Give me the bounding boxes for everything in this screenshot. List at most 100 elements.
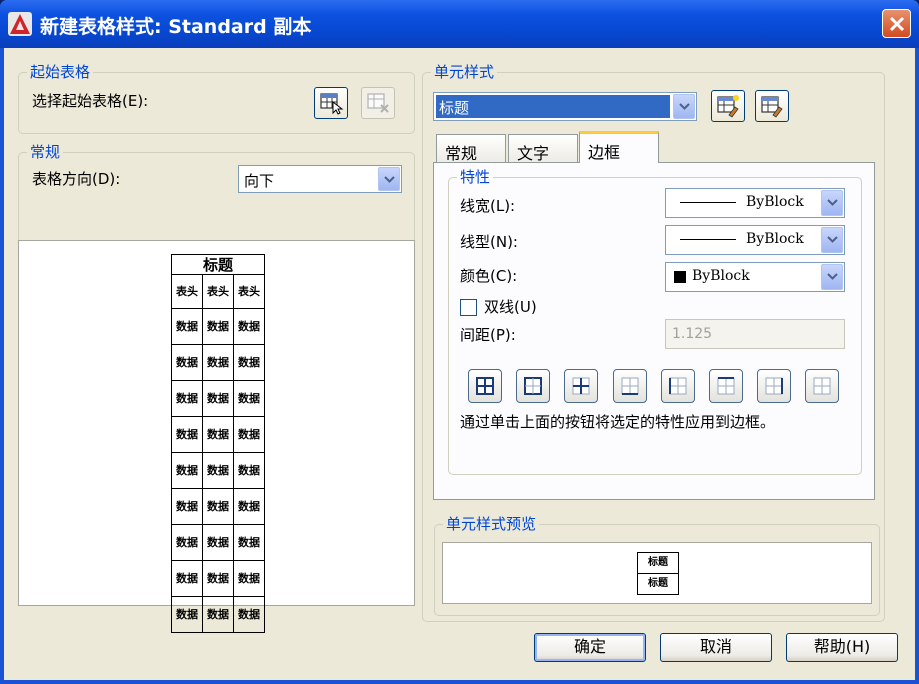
preview-data-cell: 数据	[171, 524, 203, 561]
chevron-down-icon[interactable]	[821, 264, 843, 290]
cell-style-preview: 标题 标题	[442, 542, 872, 604]
lineweight-select[interactable]: ByBlock	[665, 188, 845, 218]
tab-general[interactable]: 常规	[436, 134, 506, 163]
no-border-button[interactable]	[805, 369, 839, 403]
preview-title-cell: 标题	[171, 254, 265, 275]
lineweight-value: ByBlock	[746, 194, 804, 210]
tab-text[interactable]: 文字	[508, 134, 578, 163]
preview-header-cell: 表头	[202, 274, 234, 309]
select-table-icon	[320, 93, 344, 115]
preview-data-cell: 数据	[171, 596, 203, 633]
color-select[interactable]: ByBlock	[665, 262, 845, 292]
cell-style-group-title: 单元样式	[431, 63, 498, 81]
tab-borders[interactable]: 边框	[579, 131, 659, 163]
cell-style-value: 标题	[439, 99, 470, 117]
delete-table-icon	[367, 93, 389, 113]
cancel-button[interactable]: 取消	[660, 633, 772, 662]
preview-data-cell: 数据	[233, 308, 265, 345]
help-button[interactable]: 帮助(H)	[786, 633, 898, 662]
preview-data-cell: 数据	[233, 488, 265, 525]
all-borders-icon	[476, 377, 494, 395]
spacing-label: 间距(P):	[460, 326, 516, 344]
select-start-table-label: 选择起始表格(E):	[32, 92, 149, 110]
outside-borders-icon	[524, 377, 542, 395]
dialog-window: 新建表格样式: Standard 副本 起始表格 选择起始表格(E): 常规 表…	[0, 0, 919, 684]
borders-hint: 通过单击上面的按钮将选定的特性应用到边框。	[460, 413, 776, 431]
preview-data-cell: 数据	[233, 452, 265, 489]
preview-data-cell: 数据	[202, 344, 234, 381]
autocad-logo-icon	[8, 12, 32, 36]
window-title: 新建表格样式: Standard 副本	[40, 16, 312, 38]
color-label: 颜色(C):	[460, 267, 518, 285]
preview-table: 标题 表头 表头 表头 数据 数据 数据 数据 数据 数据 数据 数据 数据 数据 数据 数据 …	[171, 254, 265, 633]
cell-preview-table: 标题 标题	[637, 552, 679, 595]
preview-data-cell: 数据	[171, 308, 203, 345]
left-border-button[interactable]	[661, 369, 695, 403]
right-border-icon	[765, 377, 783, 395]
table-direction-select[interactable]: 向下	[238, 165, 402, 193]
preview-data-cell: 数据	[233, 524, 265, 561]
chevron-down-icon[interactable]	[378, 167, 400, 191]
select-start-table-button[interactable]	[314, 87, 348, 119]
color-value: ByBlock	[692, 268, 750, 284]
chevron-down-icon[interactable]	[821, 227, 843, 253]
preview-data-cell: 数据	[233, 344, 265, 381]
preview-data-cell: 数据	[171, 452, 203, 489]
preview-data-cell: 数据	[202, 416, 234, 453]
bottom-border-icon	[621, 377, 639, 395]
manage-cell-style-button[interactable]	[755, 90, 789, 122]
inside-borders-button[interactable]	[564, 369, 598, 403]
right-border-button[interactable]	[757, 369, 791, 403]
cell-preview-cell: 标题	[637, 573, 679, 595]
no-border-icon	[813, 377, 831, 395]
table-direction-value: 向下	[244, 172, 275, 190]
preview-header-cell: 表头	[171, 274, 203, 309]
general-group-title: 常规	[27, 143, 64, 161]
new-cell-style-icon	[717, 95, 739, 118]
cell-style-select[interactable]: 标题	[433, 92, 697, 121]
cell-style-preview-title: 单元样式预览	[443, 515, 540, 533]
manage-cell-style-icon	[761, 96, 783, 118]
preview-data-cell: 数据	[202, 596, 234, 633]
preview-data-cell: 数据	[171, 416, 203, 453]
close-button[interactable]	[882, 9, 911, 38]
ok-button[interactable]: 确定	[534, 633, 646, 662]
remove-start-table-button[interactable]	[361, 87, 395, 119]
preview-data-cell: 数据	[202, 452, 234, 489]
preview-data-cell: 数据	[233, 416, 265, 453]
start-table-group-title: 起始表格	[27, 63, 94, 81]
bottom-border-button[interactable]	[613, 369, 647, 403]
chevron-down-icon[interactable]	[673, 94, 695, 119]
left-border-icon	[669, 377, 687, 395]
double-line-checkbox[interactable]	[460, 299, 477, 316]
all-borders-button[interactable]	[468, 369, 502, 403]
cell-style-selected-highlight	[436, 95, 670, 118]
preview-data-cell: 数据	[233, 380, 265, 417]
table-preview: 标题 表头 表头 表头 数据 数据 数据 数据 数据 数据 数据 数据 数据 数据 数据 数据 …	[18, 240, 415, 633]
preview-data-cell: 数据	[171, 380, 203, 417]
linetype-label: 线型(N):	[460, 233, 518, 251]
title-bar[interactable]: 新建表格样式: Standard 副本	[0, 0, 919, 48]
line-sample	[680, 202, 736, 203]
preview-data-cell: 数据	[171, 344, 203, 381]
preview-data-cell: 数据	[202, 488, 234, 525]
properties-group-title: 特性	[457, 168, 494, 186]
linetype-select[interactable]: ByBlock	[665, 225, 845, 255]
spacing-input[interactable]: 1.125	[665, 319, 845, 349]
preview-data-cell: 数据	[171, 488, 203, 525]
top-border-icon	[717, 377, 735, 395]
preview-data-cell: 数据	[233, 560, 265, 597]
new-cell-style-button[interactable]	[711, 90, 745, 122]
lineweight-label: 线宽(L):	[460, 197, 516, 215]
preview-header-cell: 表头	[233, 274, 265, 309]
color-swatch	[674, 271, 686, 283]
linetype-value: ByBlock	[746, 231, 804, 247]
line-sample	[680, 239, 736, 240]
tab-panel-borders: 特性 线宽(L): ByBlock 线型(N): ByBlock 颜色(C):	[433, 162, 875, 500]
chevron-down-icon[interactable]	[821, 190, 843, 216]
preview-data-cell: 数据	[171, 560, 203, 597]
preview-data-cell: 数据	[202, 560, 234, 597]
outside-borders-button[interactable]	[516, 369, 550, 403]
top-border-button[interactable]	[709, 369, 743, 403]
preview-data-cell: 数据	[202, 308, 234, 345]
